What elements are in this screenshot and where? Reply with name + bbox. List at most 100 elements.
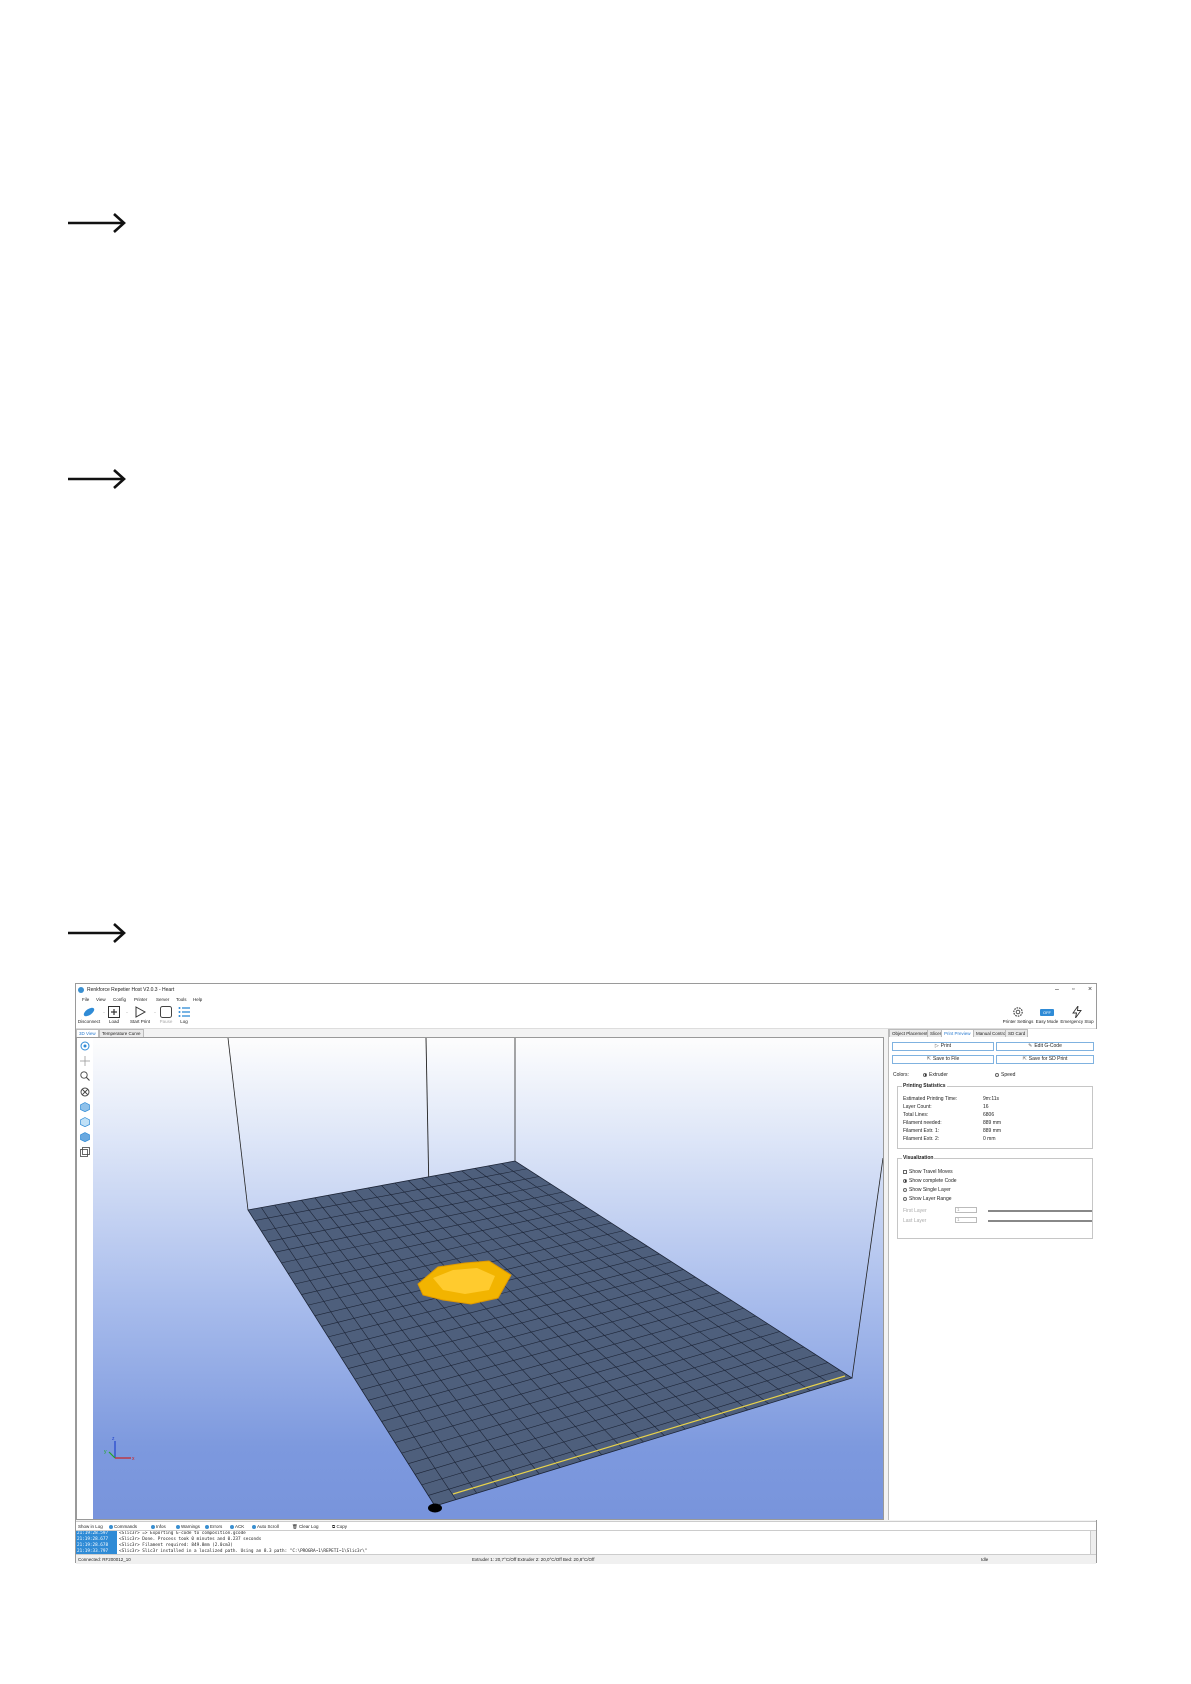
tab-sd-card[interactable]: SD Card — [1005, 1029, 1029, 1037]
print-bed-scene: z x y — [93, 1038, 883, 1519]
print-bed — [248, 1161, 852, 1506]
svg-text:x: x — [132, 1456, 135, 1462]
visualization-group: Visualization Show Travel Moves Show com… — [897, 1155, 1093, 1239]
play-icon — [135, 1006, 146, 1018]
export-icon: ⇱ — [926, 1056, 931, 1062]
first-layer-row: First Layer 1 — [903, 1207, 1092, 1214]
stat-row: Layer Count: 16 — [903, 1104, 989, 1110]
radio-icon — [903, 1187, 907, 1192]
menu-help[interactable]: Help — [193, 997, 202, 1002]
last-layer-slider[interactable] — [988, 1219, 1092, 1222]
show-complete-code-radio[interactable]: Show complete Code — [903, 1178, 957, 1184]
minimize-button[interactable]: – — [1055, 986, 1059, 994]
checkbox-icon — [903, 1169, 907, 1174]
idle-status: Idle — [981, 1557, 989, 1562]
stat-row: Estimated Printing Time: 9m:11s — [903, 1096, 1000, 1102]
log-filter-commands[interactable]: Commands — [109, 1524, 137, 1529]
svg-text:y: y — [104, 1449, 107, 1455]
log-output[interactable]: 21:19:28.597 <Slic3r> => Exporting G-code… — [76, 1530, 1096, 1555]
color-option-speed[interactable]: Speed — [995, 1072, 1015, 1078]
panel-tabs: Object Placement Slicer Print Preview Ma… — [889, 1029, 1097, 1037]
menu-config[interactable]: Config — [113, 997, 126, 1002]
print-button[interactable]: ▷ Print — [892, 1042, 994, 1051]
menu-tools[interactable]: Tools — [176, 997, 187, 1002]
toggle-icon — [109, 1524, 113, 1529]
maximize-button[interactable]: ▫ — [1072, 986, 1074, 994]
toggle-icon — [176, 1524, 180, 1529]
stat-row: Filament Extr. 1: 889 mm — [903, 1128, 1002, 1134]
log-filter-ack[interactable]: ACK — [230, 1524, 244, 1529]
top-view-icon[interactable] — [79, 1116, 91, 1128]
emergency-stop-label: Emergency Stop — [1060, 1019, 1094, 1024]
save-for-sd-label: Save for SD Print — [1028, 1056, 1068, 1062]
first-layer-spinner[interactable]: 1 — [955, 1207, 977, 1213]
show-single-layer-radio[interactable]: Show Single Layer — [903, 1187, 951, 1193]
tab-print-preview[interactable]: Print Preview — [941, 1029, 974, 1037]
log-label: Log — [180, 1019, 188, 1024]
connection-status: Connected: RF200012_10 — [78, 1557, 131, 1562]
log-filter-warnings[interactable]: Warnings — [176, 1524, 200, 1529]
log-filter-errors[interactable]: Errors — [205, 1524, 222, 1529]
arrow-right-icon — [66, 210, 128, 236]
close-button[interactable]: × — [1088, 986, 1092, 994]
menu-file[interactable]: File — [82, 997, 89, 1002]
save-to-file-button[interactable]: ⇱ Save to File — [892, 1055, 994, 1064]
radio-icon — [903, 1196, 907, 1201]
perspective-icon[interactable] — [79, 1146, 91, 1158]
toggle-icon — [205, 1524, 209, 1529]
last-layer-label: Last Layer — [903, 1218, 927, 1224]
show-layer-range-radio[interactable]: Show Layer Range — [903, 1196, 952, 1202]
rotate-view-icon[interactable] — [79, 1040, 91, 1052]
list-icon — [178, 1007, 190, 1017]
edit-gcode-button[interactable]: ✎ Edit G-Code — [996, 1042, 1094, 1051]
move-view-icon[interactable] — [79, 1055, 91, 1067]
origin-marker — [428, 1503, 442, 1513]
menu-server[interactable]: Server — [156, 997, 169, 1002]
first-layer-label: First Layer — [903, 1208, 927, 1214]
edit-icon: ✎ — [1028, 1043, 1033, 1049]
arrow-right-icon — [66, 920, 128, 946]
side-view-icon[interactable] — [79, 1131, 91, 1143]
menu-bar: File View Config Printer Server Tools He… — [76, 996, 1096, 1004]
toggle-icon — [252, 1524, 256, 1529]
radio-icon — [995, 1072, 999, 1077]
play-icon: ▷ — [934, 1043, 939, 1049]
color-option-extruder[interactable]: Extruder — [923, 1072, 948, 1078]
trash-icon: 🗑 — [292, 1524, 299, 1529]
tab-3d-view[interactable]: 3D View — [76, 1029, 99, 1037]
log-filter-infos[interactable]: Infos — [151, 1524, 166, 1529]
stat-row: Filament needed: 889 mm — [903, 1120, 1002, 1126]
printing-statistics-group: Printing Statistics Estimated Printing T… — [897, 1083, 1093, 1149]
window-title: Renkforce Repetier Host V2.0.3 - Heart — [87, 987, 175, 993]
menu-printer[interactable]: Printer — [134, 997, 147, 1002]
status-bar: Connected: RF200012_10 Extruder 1: 20,7°… — [76, 1554, 1096, 1564]
reset-view-icon[interactable] — [79, 1086, 91, 1098]
first-layer-slider[interactable] — [988, 1209, 1092, 1212]
easy-mode-label: Easy Mode — [1035, 1019, 1059, 1024]
3d-viewport[interactable]: z x y — [76, 1037, 884, 1520]
last-layer-row: Last Layer 1 — [903, 1217, 1092, 1224]
arrow-right-icon — [66, 466, 128, 492]
easy-mode-toggle[interactable]: OFF Easy Mode — [1030, 1005, 1064, 1027]
toggle-icon — [151, 1524, 155, 1529]
show-travel-moves-checkbox[interactable]: Show Travel Moves — [903, 1169, 953, 1175]
zoom-icon[interactable] — [79, 1070, 91, 1082]
front-view-icon[interactable] — [79, 1101, 91, 1113]
auto-scroll-toggle[interactable]: Auto Scroll — [252, 1524, 279, 1529]
colors-row: Colors: Extruder Speed — [893, 1072, 1015, 1078]
title-bar: Renkforce Repetier Host V2.0.3 - Heart –… — [76, 984, 1096, 996]
plus-box-icon — [108, 1006, 120, 1018]
copy-button[interactable]: ⧉ Copy — [332, 1524, 347, 1529]
tab-temperature-curve[interactable]: Temperature Curve — [99, 1029, 144, 1037]
emergency-stop-button[interactable]: Emergency Stop — [1060, 1005, 1094, 1027]
last-layer-spinner[interactable]: 1 — [955, 1217, 977, 1223]
log-scrollbar[interactable] — [1090, 1531, 1096, 1555]
log-button[interactable]: Log — [167, 1005, 201, 1027]
tab-object-placement[interactable]: Object Placement — [889, 1029, 931, 1037]
menu-view[interactable]: View — [96, 997, 106, 1002]
temperature-status: Extruder 1: 20,7°C/Off Extruder 2: 20,0°… — [472, 1557, 595, 1562]
statistics-title: Printing Statistics — [902, 1083, 947, 1089]
save-for-sd-button[interactable]: ⇱ Save for SD Print — [996, 1055, 1094, 1064]
frame-line — [851, 1157, 883, 1379]
edit-gcode-label: Edit G-Code — [1034, 1043, 1062, 1049]
